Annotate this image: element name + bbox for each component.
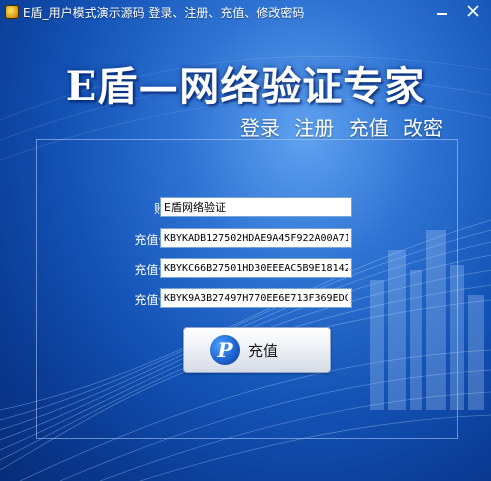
sub-navigation: 登录 注册 充值 改密 (232, 112, 443, 141)
window-title: E盾_用户模式演示源码 登录、注册、充值、修改密码 (23, 5, 305, 20)
card1-input[interactable] (160, 228, 352, 248)
close-icon (467, 5, 479, 17)
app-shield-icon (5, 5, 19, 19)
minimize-button[interactable] (431, 2, 453, 20)
close-button[interactable] (459, 1, 487, 21)
brand-logo-text: E盾—网络验证专家 (65, 63, 426, 110)
payment-p-icon: P (210, 335, 240, 365)
card3-row: 充值卡3: (36, 288, 456, 312)
nav-recharge[interactable]: 充值 (349, 116, 389, 140)
title-bar: E盾_用户模式演示源码 登录、注册、充值、修改密码 (0, 0, 491, 24)
app-window: E盾_用户模式演示源码 登录、注册、充值、修改密码 E盾—网络验证专家 登录 注… (0, 0, 491, 481)
recharge-button-label: 充值 (248, 341, 279, 360)
card1-row: 充值卡1: (36, 228, 456, 252)
card2-row: 充值卡2: (36, 258, 456, 282)
card2-input[interactable] (160, 258, 352, 278)
nav-register[interactable]: 注册 (294, 116, 334, 140)
card3-input[interactable] (160, 288, 352, 308)
nav-login[interactable]: 登录 (240, 116, 280, 140)
nav-change-password[interactable]: 改密 (403, 116, 443, 140)
account-input[interactable] (160, 197, 352, 217)
recharge-button[interactable]: P 充值 (183, 327, 331, 373)
account-row: 账号: (36, 197, 456, 221)
minimize-icon (437, 13, 447, 15)
